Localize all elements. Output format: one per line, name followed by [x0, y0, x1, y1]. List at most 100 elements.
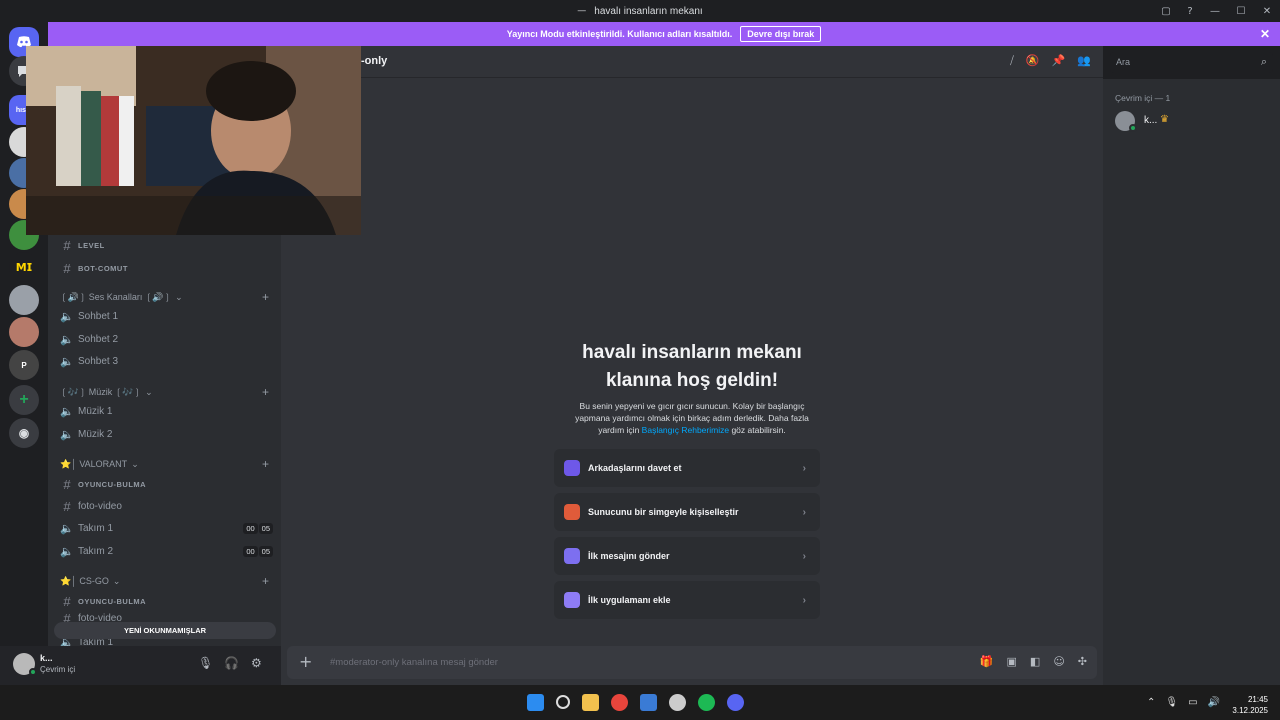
sticker-icon[interactable]: ◧ — [1030, 655, 1040, 668]
palette-icon — [564, 504, 580, 520]
text-channel[interactable]: # OYUNCU-BULMA — [58, 591, 273, 611]
photos-icon[interactable] — [640, 694, 657, 711]
voice-channel[interactable]: 🔈 Müzik 2 — [58, 424, 273, 444]
hash-icon: # — [63, 476, 71, 492]
title-dash: — — [577, 6, 587, 16]
add-app-action[interactable]: İlk uygulamanı ekle › — [554, 581, 820, 619]
user-status: Çevrim içi — [40, 665, 76, 674]
title-bar: — havalı insanların mekanı ▢ ? — ☐ ✕ — [0, 0, 1280, 22]
message-composer[interactable]: + #moderator-only kanalına mesaj gönder … — [287, 646, 1097, 679]
network-icon[interactable]: ▭ — [1188, 697, 1197, 708]
spotify-icon[interactable] — [698, 694, 715, 711]
chevron-down-icon: ⌄ — [145, 386, 153, 397]
file-explorer-icon[interactable] — [582, 694, 599, 711]
chevron-down-icon: ⌄ — [175, 291, 183, 302]
explore-servers-icon[interactable]: ◉ — [9, 418, 39, 448]
category-cs-go[interactable]: ⭐│ CS-GO ⌄ + — [60, 573, 273, 589]
server-icon[interactable] — [9, 317, 39, 347]
hash-icon: # — [63, 260, 71, 276]
voice-channel[interactable]: 🔈 Takım 1 — [58, 638, 273, 646]
member-list-icon[interactable]: 👥 — [1077, 54, 1091, 68]
voice-channel[interactable]: 🔈 Sohbet 2 — [58, 329, 273, 349]
windows-taskbar: ⌃ 🎙 ▭ 🔊 21:45 3.12.2025 — [0, 685, 1280, 720]
add-channel-icon[interactable]: + — [262, 385, 269, 399]
discord-taskbar-icon[interactable] — [727, 694, 744, 711]
taskbar-apps — [527, 694, 744, 711]
speaker-icon: 🔈 — [60, 333, 74, 346]
voice-channel[interactable]: 🔈 Müzik 1 — [58, 401, 273, 421]
voice-channel[interactable]: 🔈 Sohbet 3 — [58, 351, 273, 371]
close-window-button[interactable]: ✕ — [1254, 6, 1280, 17]
webcam-overlay — [26, 46, 361, 235]
voice-channel[interactable]: 🔈 Sohbet 1 — [58, 306, 273, 326]
category-muzik[interactable]: ❲🎶❳ Müzik ❲🎶❳ ⌄ + — [60, 384, 273, 400]
emoji-icon[interactable]: ☺ — [1053, 655, 1064, 668]
gift-icon[interactable]: 🎁 — [980, 655, 994, 668]
chevron-up-icon[interactable]: ⌃ — [1147, 697, 1155, 708]
maximize-button[interactable]: ☐ — [1228, 6, 1254, 17]
threads-icon[interactable]: ⧸ — [1010, 54, 1014, 68]
windows-start-icon[interactable] — [527, 694, 544, 711]
server-icon[interactable]: 𝗠𝗜 — [9, 252, 39, 282]
member-name[interactable]: k... — [1144, 115, 1157, 126]
new-unreads-pill[interactable]: YENİ OKUNMAMIŞLAR — [54, 622, 276, 639]
obs-icon[interactable] — [669, 694, 686, 711]
microphone-icon[interactable]: 🎙 — [1165, 697, 1178, 708]
first-message-action[interactable]: İlk mesajını gönder › — [554, 537, 820, 575]
chrome-icon[interactable] — [611, 694, 628, 711]
getting-started-guide-link[interactable]: Başlangıç Rehberimize — [642, 425, 729, 435]
settings-gear-icon[interactable]: ⚙ — [251, 656, 262, 670]
server-icon[interactable]: P — [9, 350, 39, 380]
customize-icon-action[interactable]: Sunucunu bir simgeyle kişiselleştir › — [554, 493, 820, 531]
member-list: Çevrim içi — 1 k... ♛ — [1103, 79, 1280, 685]
speaker-icon: 🔈 — [60, 310, 74, 323]
system-clock[interactable]: 21:45 3.12.2025 — [1232, 694, 1268, 716]
channel-level[interactable]: # LEVEL — [58, 235, 273, 255]
screen-share-icon[interactable]: ▢ — [1154, 6, 1178, 17]
text-channel[interactable]: # OYUNCU-BULMA — [58, 474, 273, 494]
text-channel[interactable]: # foto-video — [58, 496, 273, 516]
help-icon[interactable]: ? — [1178, 6, 1202, 17]
voice-channel[interactable]: 🔈 Takım 2 00 05 — [58, 541, 273, 561]
speaker-icon: 🔈 — [60, 545, 74, 558]
search-icon[interactable] — [556, 695, 570, 709]
gif-icon[interactable]: ▣ — [1007, 655, 1017, 668]
microphone-icon[interactable]: 🎙 — [198, 656, 213, 670]
notification-bell-muted-icon[interactable]: 🔕 — [1026, 54, 1040, 68]
pin-icon[interactable]: 📌 — [1052, 54, 1066, 68]
user-limit-badge: 00 05 — [243, 545, 273, 557]
disable-streamer-mode-button[interactable]: Devre dışı bırak — [740, 26, 822, 42]
message-input[interactable]: #moderator-only kanalına mesaj gönder — [330, 657, 498, 668]
main-content: -only ⧸ 🔕 📌 👥 havalı insanların mekanı k… — [281, 46, 1103, 685]
channel-bot-comut[interactable]: # BOT-COMUT — [58, 258, 273, 278]
add-channel-icon[interactable]: + — [262, 290, 269, 304]
volume-icon[interactable]: 🔊 — [1208, 697, 1220, 708]
invite-icon — [564, 460, 580, 476]
online-status-icon — [29, 668, 37, 676]
invite-friends-action[interactable]: Arkadaşlarını davet et › — [554, 449, 820, 487]
add-channel-icon[interactable]: + — [262, 574, 269, 588]
minimize-button[interactable]: — — [1202, 6, 1228, 17]
category-valorant[interactable]: ⭐│ VALORANT ⌄ + — [60, 456, 273, 472]
composer-toolbar: 🎁 ▣ ◧ ☺ ✣ — [980, 655, 1087, 668]
search-input[interactable]: Ara ⌕ — [1110, 52, 1273, 73]
online-status-icon — [1129, 124, 1137, 132]
owner-crown-icon: ♛ — [1160, 114, 1169, 125]
category-ses-kanallari[interactable]: ❲🔊❳ Ses Kanalları ❲🔊❳ ⌄ + — [60, 289, 273, 305]
apps-icon[interactable]: ✣ — [1078, 655, 1087, 668]
banner-text: Yayıncı Modu etkinleştirildi. Kullanıcı … — [506, 29, 733, 39]
chevron-down-icon: ⌄ — [131, 458, 139, 469]
add-server-icon[interactable]: + — [9, 385, 39, 415]
user-panel: k... Çevrim içi 🎙 🎧 ⚙ — [0, 646, 281, 685]
server-icon[interactable] — [9, 285, 39, 315]
headphones-icon[interactable]: 🎧 — [224, 656, 239, 670]
voice-channel[interactable]: 🔈 Takım 1 00 05 — [58, 518, 273, 538]
banner-close-icon[interactable]: ✕ — [1260, 27, 1270, 41]
speaker-icon: 🔈 — [60, 428, 74, 441]
welcome-title-line2: klanına hoş geldin! — [605, 370, 779, 391]
hash-icon: # — [63, 593, 71, 609]
add-channel-icon[interactable]: + — [262, 457, 269, 471]
chevron-right-icon: › — [802, 594, 806, 606]
attach-plus-icon[interactable]: + — [299, 652, 312, 671]
welcome-description: Bu senin yepyeni ve gıcır gıcır sunucun.… — [575, 401, 809, 435]
